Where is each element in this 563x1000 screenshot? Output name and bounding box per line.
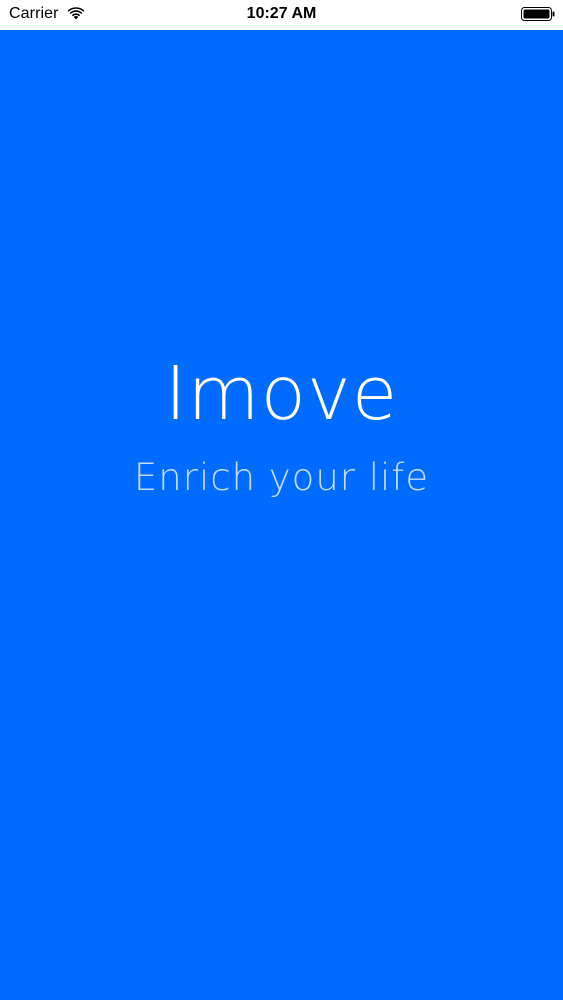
status-bar: Carrier 10:27 AM bbox=[0, 0, 563, 30]
app-title: Imove bbox=[164, 351, 399, 437]
splash-screen: Carrier 10:27 AM Imove Enrich your life bbox=[0, 0, 563, 1000]
app-tagline: Enrich your life bbox=[133, 456, 430, 499]
status-time: 10:27 AM bbox=[246, 5, 317, 22]
battery-icon bbox=[521, 7, 555, 21]
